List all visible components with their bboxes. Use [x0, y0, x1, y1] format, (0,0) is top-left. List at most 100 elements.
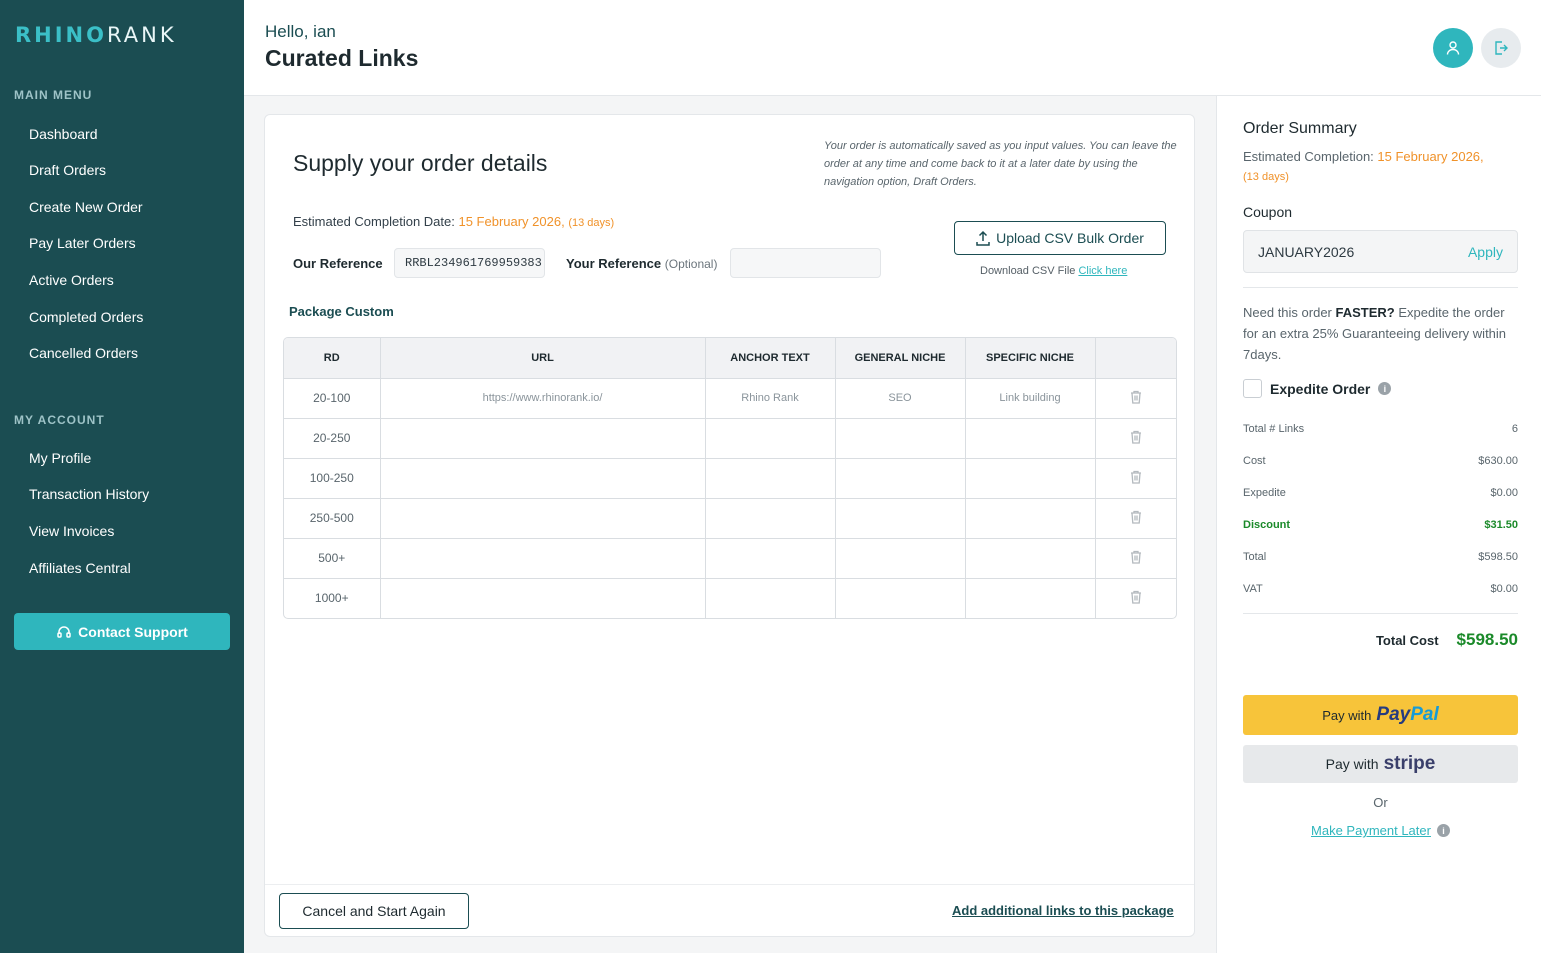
my-account-heading: MY ACCOUNT — [14, 413, 105, 427]
table-row: 100-250 — [284, 458, 1176, 499]
specific-niche-input[interactable]: Link building — [965, 378, 1096, 419]
line-value: $630.00 — [1478, 455, 1518, 467]
line-label: Total — [1243, 551, 1267, 563]
order-summary-panel: Order Summary Estimated Completion: 15 F… — [1216, 96, 1541, 953]
delete-row-button[interactable] — [1095, 578, 1176, 618]
anchor-text-input[interactable]: Rhino Rank — [705, 378, 836, 419]
summary-line-cost: Cost $630.00 — [1243, 455, 1518, 467]
url-input[interactable] — [380, 458, 706, 499]
specific-niche-input[interactable] — [965, 498, 1096, 539]
summary-est-label: Estimated Completion: — [1243, 149, 1378, 164]
total-cost-row: Total Cost $598.50 — [1243, 630, 1518, 650]
delete-row-button[interactable] — [1095, 538, 1176, 579]
line-value: 6 — [1511, 423, 1518, 435]
rd-cell: 250-500 — [284, 498, 381, 539]
general-niche-select[interactable] — [835, 458, 966, 499]
anchor-text-input[interactable] — [705, 418, 836, 459]
specific-niche-input[interactable] — [965, 578, 1096, 618]
sidebar-item-cancelled-orders[interactable]: Cancelled Orders — [29, 345, 138, 361]
estimated-completion: Estimated Completion Date: 15 February 2… — [293, 214, 614, 229]
logo-rhino-text: RHINO — [15, 23, 107, 47]
sidebar-item-completed-orders[interactable]: Completed Orders — [29, 309, 143, 325]
estimated-completion-days: (13 days) — [568, 217, 615, 229]
logout-button[interactable] — [1481, 28, 1521, 68]
logo-rank-text: RANK — [107, 23, 177, 47]
sidebar-item-pay-later-orders[interactable]: Pay Later Orders — [29, 235, 136, 251]
delete-row-button[interactable] — [1095, 458, 1176, 499]
column-header-url: URL — [380, 338, 706, 379]
upload-csv-button[interactable]: Upload CSV Bulk Order — [954, 221, 1166, 255]
anchor-text-input[interactable] — [705, 498, 836, 539]
cancel-start-again-button[interactable]: Cancel and Start Again — [279, 893, 469, 929]
general-niche-select[interactable] — [835, 418, 966, 459]
headset-icon — [57, 625, 71, 638]
info-icon[interactable]: i — [1378, 382, 1392, 395]
sidebar-item-affiliates-central[interactable]: Affiliates Central — [29, 560, 131, 576]
paypal-prefix: Pay with — [1322, 707, 1372, 723]
anchor-text-input[interactable] — [705, 538, 836, 579]
general-niche-select[interactable] — [835, 538, 966, 579]
specific-niche-input[interactable] — [965, 418, 1096, 459]
summary-estimated-completion: Estimated Completion: 15 February 2026, … — [1243, 147, 1518, 187]
url-input[interactable] — [380, 498, 706, 539]
profile-button[interactable] — [1433, 28, 1473, 68]
pay-with-stripe-button[interactable]: Pay with stripe — [1243, 745, 1518, 783]
expedite-promo: Need this order FASTER? Expedite the ord… — [1243, 302, 1518, 365]
coupon-label: Coupon — [1243, 204, 1293, 220]
make-payment-later-link[interactable]: Make Payment Later — [1311, 823, 1431, 838]
coupon-field[interactable]: JANUARY2026 Apply — [1243, 230, 1518, 273]
order-details-card: Supply your order details Your order is … — [264, 114, 1195, 937]
column-header-actions — [1095, 338, 1176, 379]
add-additional-links-link[interactable]: Add additional links to this package — [952, 903, 1174, 918]
sidebar-item-transaction-history[interactable]: Transaction History — [29, 486, 149, 502]
url-input[interactable] — [380, 578, 706, 618]
trash-icon — [1130, 390, 1141, 404]
your-reference-label-text: Your Reference — [566, 256, 662, 271]
general-niche-select[interactable]: SEO — [835, 378, 966, 419]
delete-row-button[interactable] — [1095, 498, 1176, 539]
expedite-promo-bold: FASTER? — [1335, 305, 1395, 320]
expedite-checkbox[interactable] — [1243, 379, 1262, 398]
sidebar-item-view-invoices[interactable]: View Invoices — [29, 523, 114, 539]
estimated-completion-date: 15 February 2026, — [458, 214, 565, 229]
pay-with-paypal-button[interactable]: Pay with PayPal — [1243, 695, 1518, 735]
upload-csv-label: Upload CSV Bulk Order — [996, 230, 1144, 246]
general-niche-select[interactable] — [835, 498, 966, 539]
line-value: $598.50 — [1478, 551, 1518, 563]
rhinorank-logo[interactable]: RHINO RANK — [15, 22, 177, 48]
info-icon[interactable]: i — [1436, 824, 1450, 837]
line-value: $0.00 — [1490, 487, 1518, 499]
specific-niche-input[interactable] — [965, 538, 1096, 579]
autosave-note: Your order is automatically saved as you… — [824, 140, 1177, 188]
delete-row-button[interactable] — [1095, 418, 1176, 459]
download-csv-link[interactable]: Click here — [1078, 265, 1127, 277]
trash-icon — [1130, 590, 1141, 604]
anchor-text-input[interactable] — [705, 578, 836, 618]
apply-coupon-button[interactable]: Apply — [1468, 244, 1503, 260]
url-input[interactable] — [380, 418, 706, 459]
anchor-text-input[interactable] — [705, 458, 836, 499]
specific-niche-input[interactable] — [965, 458, 1096, 499]
your-reference-input[interactable] — [730, 248, 881, 278]
contact-support-button[interactable]: Contact Support — [14, 613, 230, 650]
sidebar-item-create-new-order[interactable]: Create New Order — [29, 199, 143, 215]
divider — [1243, 613, 1518, 614]
url-input[interactable]: https://www.rhinorank.io/ — [380, 378, 706, 419]
your-reference-optional: (Optional) — [664, 257, 718, 271]
order-summary-title: Order Summary — [1243, 120, 1357, 137]
coupon-input[interactable]: JANUARY2026 — [1258, 244, 1354, 260]
rd-cell: 100-250 — [284, 458, 381, 499]
url-input[interactable] — [380, 538, 706, 579]
sidebar-item-draft-orders[interactable]: Draft Orders — [29, 162, 106, 178]
rd-cell: 20-250 — [284, 418, 381, 459]
page-header: Hello, ian Curated Links — [244, 0, 1541, 96]
summary-est-date: 15 February 2026, — [1377, 149, 1484, 164]
order-details-title: Supply your order details — [293, 150, 548, 176]
sidebar-item-my-profile[interactable]: My Profile — [29, 450, 91, 466]
general-niche-select[interactable] — [835, 578, 966, 618]
sidebar-item-active-orders[interactable]: Active Orders — [29, 272, 114, 288]
sidebar-item-dashboard[interactable]: Dashboard — [29, 126, 98, 142]
delete-row-button[interactable] — [1095, 378, 1176, 419]
summary-line-vat: VAT $0.00 — [1243, 583, 1518, 595]
table-row: 20-100 https://www.rhinorank.io/ Rhino R… — [284, 378, 1176, 419]
